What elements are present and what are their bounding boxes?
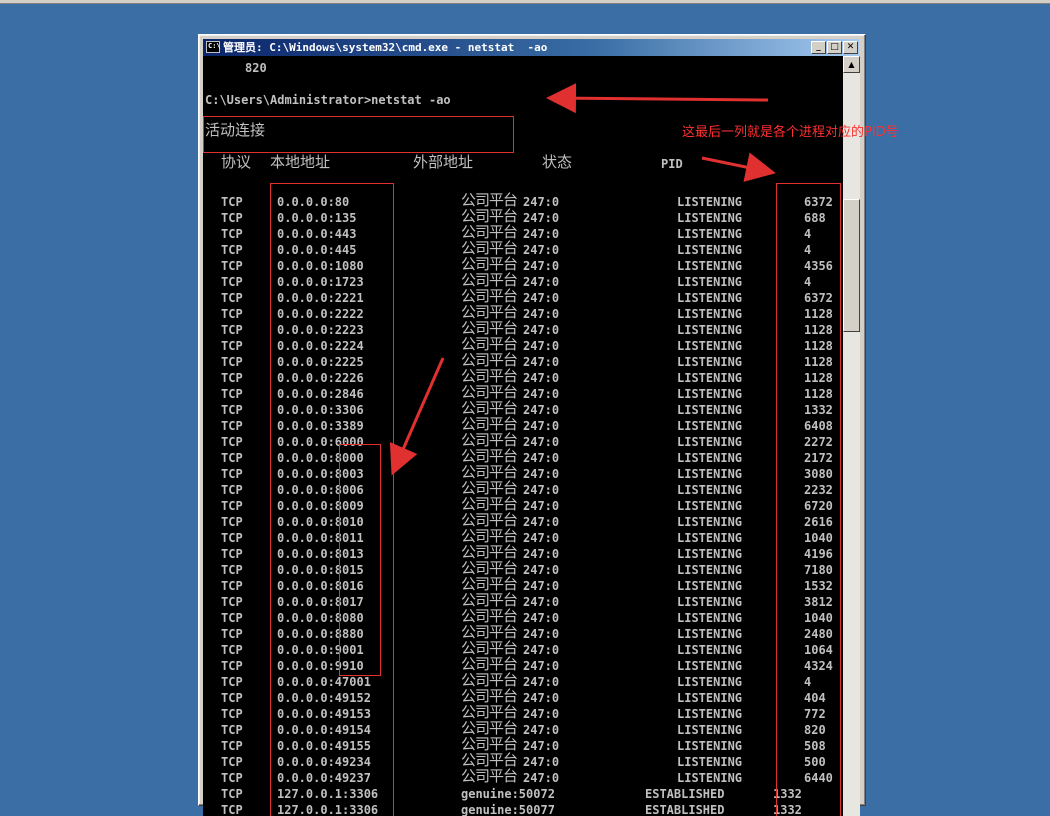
row-remote-address: genuine:50077: [461, 803, 555, 816]
arrow-to-ports: [389, 357, 445, 476]
row-state: ESTABLISHED: [645, 803, 725, 816]
arrow-to-pid-column: [701, 152, 776, 182]
row-proto: TCP: [221, 803, 243, 816]
annotation-arrows: [389, 83, 776, 476]
arrow-to-command: [546, 83, 769, 114]
